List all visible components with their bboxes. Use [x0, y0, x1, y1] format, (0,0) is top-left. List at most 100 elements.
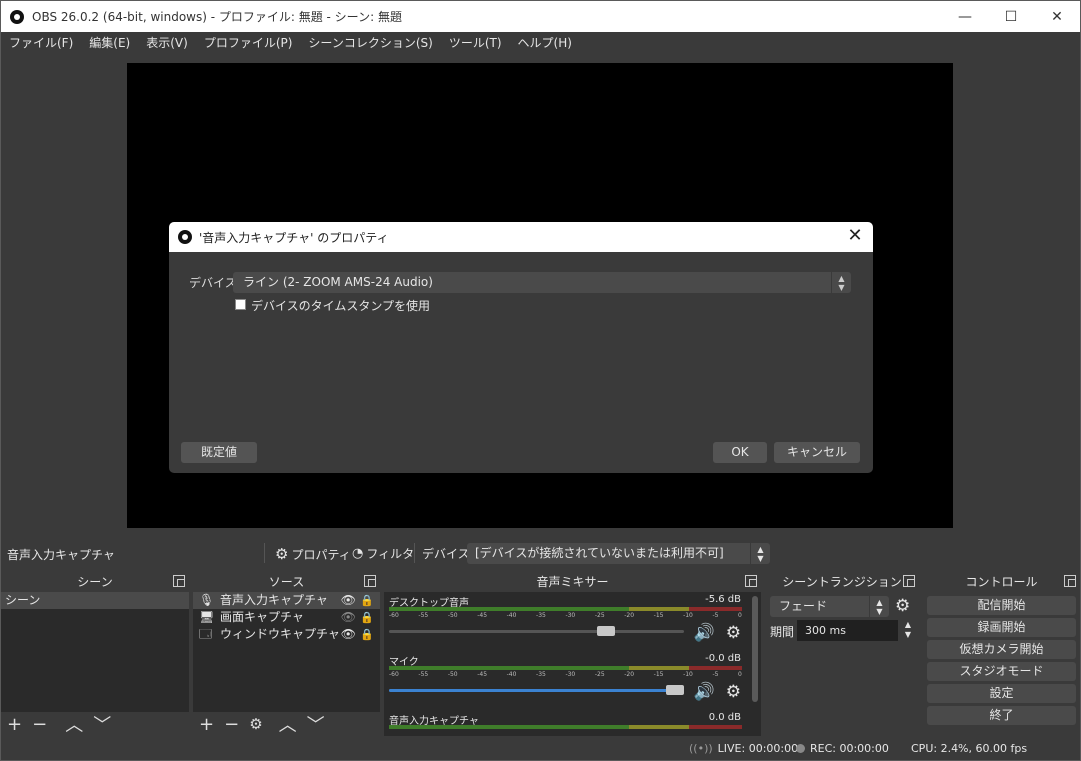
window-title: OBS 26.0.2 (64-bit, windows) - プロファイル: 無…: [32, 10, 402, 24]
remove-icon[interactable]: −: [32, 714, 47, 735]
dialog-title-bar: '音声入力キャプチャ' のプロパティ ✕: [169, 222, 873, 252]
scene-item[interactable]: シーン: [1, 592, 189, 609]
mixer-scrollbar[interactable]: [752, 596, 758, 702]
updown-arrows-icon: ▲ ▼: [750, 543, 770, 564]
gear-icon: ⚙: [275, 545, 289, 563]
lock-icon[interactable]: 🔒: [360, 609, 374, 626]
gear-icon[interactable]: ⚙: [726, 623, 741, 643]
duration-spinner[interactable]: ▲ ▼: [901, 620, 915, 641]
source-item[interactable]: 🗔 ウィンドウキャプチャ 👁 🔒: [193, 626, 380, 643]
undock-icon[interactable]: [364, 575, 376, 587]
properties-dialog: '音声入力キャプチャ' のプロパティ ✕ デバイス ライン (2- ZOOM A…: [169, 222, 873, 473]
menu-view[interactable]: 表示(V): [138, 34, 196, 51]
properties-button[interactable]: ⚙ プロパティ: [275, 545, 351, 563]
undock-icon[interactable]: [173, 575, 185, 587]
close-button[interactable]: ✕: [1034, 1, 1080, 32]
toolbar-device-select[interactable]: [デバイスが接続されていないまたは利用不可] ▲ ▼: [467, 543, 770, 564]
source-name: ウィンドウキャプチャ: [220, 627, 340, 641]
toolbar-device-value: [デバイスが接続されていないまたは利用不可]: [475, 546, 724, 560]
volume-handle[interactable]: [666, 685, 684, 695]
device-label: デバイス: [422, 547, 470, 561]
menu-edit[interactable]: 編集(E): [81, 34, 138, 51]
obs-window: OBS 26.0.2 (64-bit, windows) - プロファイル: 無…: [0, 0, 1081, 761]
divider: [264, 543, 265, 563]
level-meter: [389, 666, 742, 670]
cancel-button[interactable]: キャンセル: [774, 442, 860, 463]
undock-icon[interactable]: [745, 575, 757, 587]
source-item[interactable]: 🎙 音声入力キャプチャ 👁 🔒: [193, 592, 380, 609]
filters-button[interactable]: ◔ フィルタ: [352, 545, 414, 562]
gear-icon[interactable]: ⚙: [726, 682, 741, 702]
volume-handle[interactable]: [597, 626, 615, 636]
transition-select[interactable]: フェード ▲ ▼: [770, 596, 889, 617]
dialog-title: '音声入力キャプチャ' のプロパティ: [199, 230, 389, 245]
transitions-body: フェード ▲ ▼ ⚙ 期間 300 ms ▲ ▼: [765, 592, 919, 736]
scenes-dock: シーン シーン + − ︿ ﹀: [1, 572, 189, 736]
move-down-icon[interactable]: ﹀: [307, 711, 325, 737]
sources-dock: ソース 🎙 音声入力キャプチャ 👁 🔒 🖥 画面キャプチャ 👁 🔒 🗔 ウィンド…: [193, 572, 380, 736]
cpu-fps: CPU: 2.4%, 60.00 fps: [911, 742, 1028, 755]
speaker-icon[interactable]: 🔊: [694, 682, 715, 702]
menu-profile[interactable]: プロファイル(P): [196, 34, 301, 51]
visibility-eye-icon[interactable]: 👁: [341, 626, 356, 643]
menu-scene-collection[interactable]: シーンコレクション(S): [300, 34, 440, 51]
cpu-status: CPU: 2.4%, 60.00 fps: [911, 742, 1027, 755]
move-down-icon[interactable]: ﹀: [93, 711, 111, 737]
device-select-value: ライン (2- ZOOM AMS-24 Audio): [243, 275, 433, 289]
transitions-dock: シーントランジション フェード ▲ ▼ ⚙ 期間 300 ms ▲ ▼: [765, 572, 919, 736]
maximize-button[interactable]: ☐: [988, 1, 1034, 32]
ok-button[interactable]: OK: [713, 442, 767, 463]
lock-icon[interactable]: 🔒: [360, 626, 374, 643]
volume-slider[interactable]: [389, 626, 684, 636]
mixer-dock: 音声ミキサー デスクトップ音声 -5.6 dB -60 -55 -50 -45 -40-…: [384, 572, 761, 736]
start-streaming-button[interactable]: 配信開始: [927, 596, 1076, 615]
source-item[interactable]: 🖥 画面キャプチャ 👁 🔒: [193, 609, 380, 626]
visibility-eye-icon[interactable]: 👁: [341, 592, 356, 609]
settings-button[interactable]: 設定: [927, 684, 1076, 703]
remove-icon[interactable]: −: [224, 714, 239, 735]
undock-icon[interactable]: [1064, 575, 1076, 587]
sources-footer: + − ⚙ ︿ ﹀: [193, 712, 380, 736]
menu-file[interactable]: ファイル(F): [1, 34, 81, 51]
duration-input[interactable]: 300 ms: [797, 620, 898, 641]
add-icon[interactable]: +: [7, 714, 22, 735]
device-label: デバイス: [189, 276, 237, 290]
gear-icon[interactable]: ⚙: [249, 715, 262, 733]
meter-scale: -60 -55 -50 -45 -40 -35 -30 -25 -20 -15 -10 -5 0: [389, 671, 742, 678]
exit-button[interactable]: 終了: [927, 706, 1076, 725]
studio-mode-button[interactable]: スタジオモード: [927, 662, 1076, 681]
divider: [414, 543, 415, 563]
source-toolbar: 音声入力キャプチャ ⚙ プロパティ ◔ フィルタ デバイス [デバイスが接続され…: [1, 538, 1080, 568]
live-time: LIVE: 00:00:00: [717, 742, 799, 755]
mixer-channel: 音声入力キャプチャ 0.0 dB: [384, 710, 761, 736]
controls-dock-title: コントロール: [965, 575, 1038, 589]
add-icon[interactable]: +: [199, 714, 214, 735]
scenes-footer: + − ︿ ﹀: [1, 712, 189, 736]
speaker-icon[interactable]: 🔊: [694, 623, 715, 643]
start-recording-button[interactable]: 録画開始: [927, 618, 1076, 637]
gear-icon[interactable]: ⚙: [895, 596, 910, 616]
volume-slider[interactable]: [389, 685, 684, 695]
properties-label: プロパティ: [291, 547, 351, 562]
device-select[interactable]: ライン (2- ZOOM AMS-24 Audio) ▲ ▼: [233, 272, 851, 293]
menu-help[interactable]: ヘルプ(H): [510, 34, 580, 51]
start-virtual-camera-button[interactable]: 仮想カメラ開始: [927, 640, 1076, 659]
lock-icon[interactable]: 🔒: [360, 592, 374, 609]
sources-dock-title: ソース: [268, 575, 305, 589]
dialog-close-button[interactable]: ✕: [845, 227, 865, 247]
menu-tools[interactable]: ツール(T): [441, 34, 510, 51]
move-up-icon[interactable]: ︿: [65, 711, 83, 737]
scenes-dock-header: シーン: [1, 572, 189, 592]
obs-logo-icon: [10, 9, 24, 24]
defaults-button[interactable]: 既定値: [181, 442, 257, 463]
hidden-eye-icon[interactable]: 👁: [341, 609, 356, 626]
level-meter: [389, 607, 742, 611]
sources-list: 🎙 音声入力キャプチャ 👁 🔒 🖥 画面キャプチャ 👁 🔒 🗔 ウィンドウキャプ…: [193, 592, 380, 736]
undock-icon[interactable]: [903, 575, 915, 587]
minimize-button[interactable]: —: [942, 1, 988, 32]
move-up-icon[interactable]: ︿: [279, 711, 297, 737]
channel-db: -0.0 dB: [705, 653, 741, 664]
selected-source-name: 音声入力キャプチャ: [7, 548, 115, 562]
transitions-dock-header: シーントランジション: [765, 572, 919, 592]
timestamp-checkbox[interactable]: [235, 299, 246, 310]
